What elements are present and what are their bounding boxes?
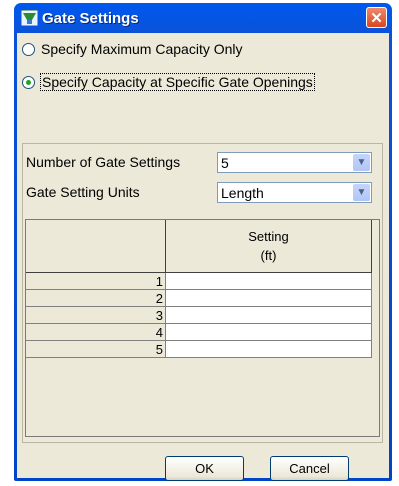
row-number: 1 (26, 272, 166, 290)
radio-button-selected[interactable] (22, 75, 35, 89)
ok-button-label: OK (195, 461, 214, 476)
units-label: Gate Setting Units (26, 184, 140, 200)
table-row: 3 (26, 306, 372, 324)
cancel-button-label: Cancel (289, 461, 330, 476)
radio-max-capacity-label: Specify Maximum Capacity Only (41, 41, 243, 57)
chevron-down-icon[interactable]: ▼ (353, 184, 370, 201)
cancel-button[interactable]: Cancel (270, 456, 349, 481)
table-row: 5 (26, 340, 372, 358)
num-settings-select[interactable]: 5 ▼ (217, 152, 372, 173)
chevron-down-icon[interactable]: ▼ (353, 154, 370, 171)
header-line1: Setting (248, 229, 289, 244)
setting-cell[interactable] (165, 306, 372, 324)
num-settings-label: Number of Gate Settings (26, 154, 181, 170)
table-row: 1 (26, 272, 372, 290)
units-select[interactable]: Length ▼ (217, 182, 372, 203)
table-row: 2 (26, 289, 372, 307)
gate-settings-table: Setting (ft) 1 2 3 4 5 (25, 219, 380, 437)
title-bar[interactable]: Gate Settings ✕ (17, 3, 389, 33)
radio-button-unselected[interactable] (22, 42, 35, 56)
radio-specific-openings[interactable]: Specify Capacity at Specific Gate Openin… (22, 73, 315, 91)
units-value: Length (221, 184, 264, 201)
row-number: 2 (26, 289, 166, 307)
row-header-corner (26, 220, 166, 273)
radio-specific-openings-label: Specify Capacity at Specific Gate Openin… (40, 73, 315, 91)
window-title: Gate Settings (42, 9, 139, 27)
header-line2: (ft) (260, 248, 277, 263)
row-number: 5 (26, 340, 166, 358)
close-icon: ✕ (370, 9, 383, 27)
setting-cell[interactable] (165, 272, 372, 290)
column-header-setting[interactable]: Setting (ft) (165, 220, 372, 273)
radio-max-capacity[interactable]: Specify Maximum Capacity Only (22, 41, 243, 57)
gate-settings-panel: Number of Gate Settings 5 ▼ Gate Setting… (22, 143, 383, 443)
row-number: 3 (26, 306, 166, 324)
table-row: 4 (26, 323, 372, 341)
row-number: 4 (26, 323, 166, 341)
setting-cell[interactable] (165, 323, 372, 341)
close-button[interactable]: ✕ (366, 7, 387, 28)
dialog-window: Gate Settings ✕ Specify Maximum Capacity… (14, 3, 392, 481)
num-settings-value: 5 (221, 154, 229, 171)
setting-cell[interactable] (165, 289, 372, 307)
ok-button[interactable]: OK (165, 456, 244, 481)
settings-grid: Setting (ft) 1 2 3 4 5 (26, 220, 372, 358)
setting-cell[interactable] (165, 340, 372, 358)
dialog-body: Specify Maximum Capacity Only Specify Ca… (17, 33, 389, 481)
app-icon (21, 10, 38, 26)
